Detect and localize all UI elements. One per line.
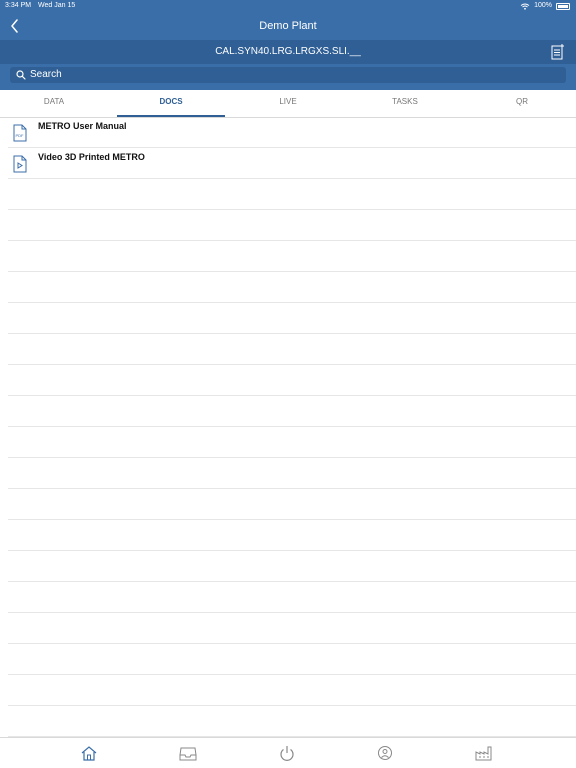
- empty-row: [8, 613, 576, 644]
- status-time: 3:34 PM: [5, 2, 32, 9]
- empty-row: [8, 458, 576, 489]
- doc-label: Video 3D Printed METRO: [38, 152, 145, 162]
- asset-code: CAL.SYN40.LRG.LRGXS.SLI.__: [215, 46, 361, 57]
- search-input[interactable]: Search: [10, 67, 566, 83]
- nav-bar: Demo Plant: [0, 12, 576, 40]
- document-add-icon[interactable]: [551, 44, 565, 60]
- empty-row: [8, 551, 576, 582]
- empty-row: [8, 210, 576, 241]
- status-right: 100%: [520, 0, 570, 12]
- empty-row: [8, 179, 576, 210]
- empty-row: [8, 520, 576, 551]
- battery-percent: 100%: [534, 2, 552, 9]
- search-placeholder: Search: [30, 69, 62, 80]
- bottom-tab-bar: [0, 737, 576, 768]
- pdf-file-icon: PDF: [13, 124, 27, 142]
- empty-row: [8, 303, 576, 334]
- svg-text:PDF: PDF: [16, 133, 25, 138]
- home-icon[interactable]: [79, 745, 99, 761]
- tab-docs[interactable]: DOCS: [117, 90, 225, 117]
- empty-row: [8, 582, 576, 613]
- doc-label: METRO User Manual: [38, 121, 127, 131]
- video-file-icon: [13, 155, 27, 173]
- empty-row: [8, 644, 576, 675]
- empty-row: [8, 365, 576, 396]
- empty-row: [8, 396, 576, 427]
- empty-row: [8, 427, 576, 458]
- subheader-bar: CAL.SYN40.LRG.LRGXS.SLI.__: [0, 40, 576, 64]
- page-title: Demo Plant: [259, 20, 317, 32]
- tab-qr[interactable]: QR: [468, 90, 576, 117]
- doc-row-manual[interactable]: PDF METRO User Manual: [8, 117, 576, 148]
- empty-row: [8, 675, 576, 706]
- app-header: 3:34 PM Wed Jan 15 100% Demo Plant CAL.S…: [0, 0, 576, 90]
- user-icon[interactable]: [375, 745, 395, 761]
- tab-live[interactable]: LIVE: [234, 90, 342, 117]
- doc-row-video[interactable]: Video 3D Printed METRO: [8, 148, 576, 179]
- tab-tasks[interactable]: TASKS: [351, 90, 459, 117]
- search-icon: [16, 70, 26, 80]
- empty-row: [8, 334, 576, 365]
- empty-row: [8, 489, 576, 520]
- status-bar: 3:34 PM Wed Jan 15 100%: [0, 0, 576, 12]
- tab-data[interactable]: DATA: [0, 90, 108, 117]
- status-date: Wed Jan 15: [38, 2, 76, 9]
- wifi-icon: [520, 3, 530, 10]
- battery-icon: [556, 2, 570, 10]
- docs-list: PDF METRO User Manual Video 3D Printed M…: [0, 117, 576, 737]
- empty-row: [8, 706, 576, 737]
- inbox-icon[interactable]: [178, 745, 198, 761]
- empty-row: [8, 241, 576, 272]
- empty-row: [8, 272, 576, 303]
- factory-icon[interactable]: [474, 745, 494, 761]
- power-icon[interactable]: [277, 745, 297, 761]
- tab-bar: DATA DOCS LIVE TASKS QR: [0, 90, 576, 118]
